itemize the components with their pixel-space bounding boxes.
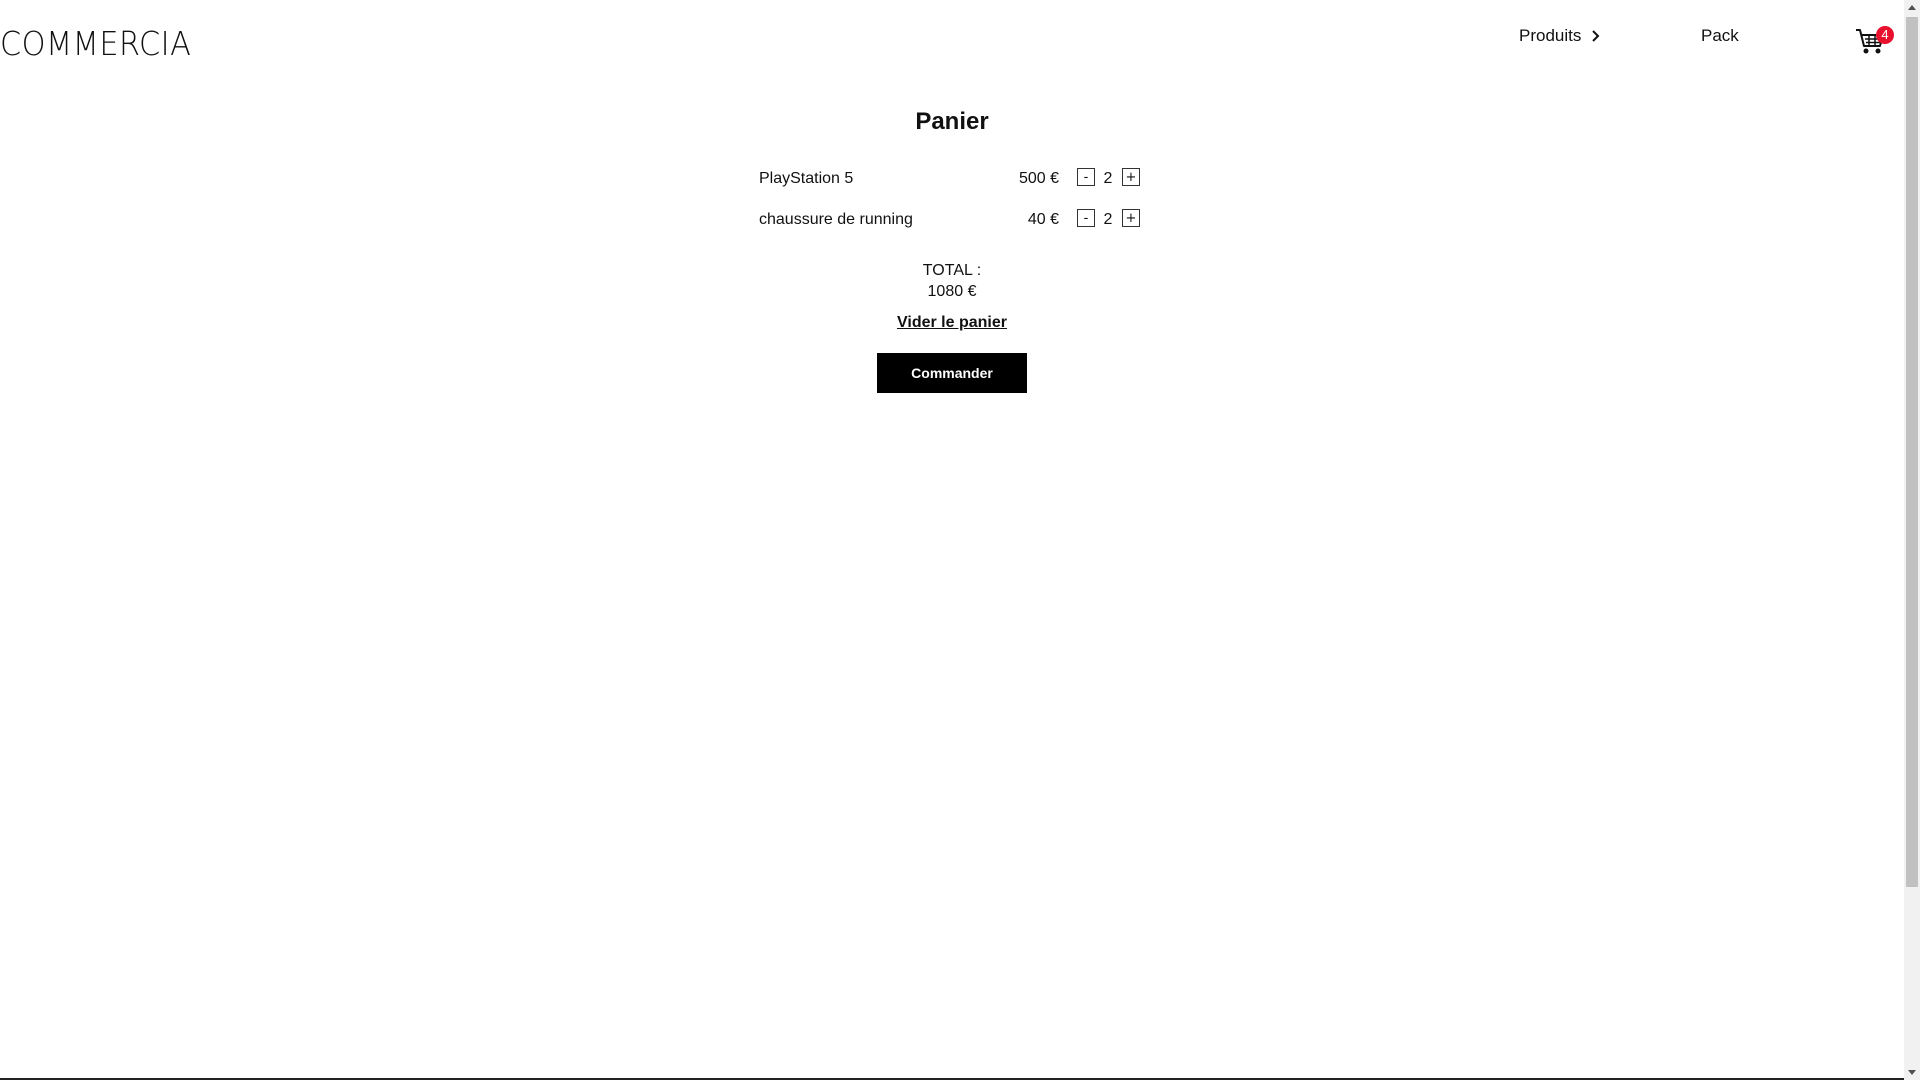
nav-pack[interactable]: Pack bbox=[1701, 26, 1739, 46]
total-label: TOTAL : bbox=[922, 262, 982, 279]
cart-item-quantity: 2 bbox=[1103, 170, 1113, 187]
empty-cart-link[interactable]: Vider le panier bbox=[897, 314, 1007, 331]
cart-item: PlayStation 5 500 € - 2 + bbox=[759, 168, 1145, 192]
cart-count-badge: 4 bbox=[1876, 26, 1894, 44]
total-value: 1080 € bbox=[927, 283, 977, 300]
scrollbar-thumb[interactable] bbox=[1906, 17, 1918, 887]
decrease-quantity-button[interactable]: - bbox=[1077, 209, 1095, 227]
vertical-scrollbar[interactable] bbox=[1904, 0, 1920, 1080]
logo[interactable]: COMMERCIA bbox=[0, 24, 191, 63]
cart-item-quantity: 2 bbox=[1103, 211, 1113, 228]
empty-cart-row: Vider le panier bbox=[0, 314, 1904, 332]
cart-item: chaussure de running 40 € - 2 + bbox=[759, 209, 1145, 233]
increase-quantity-button[interactable]: + bbox=[1122, 209, 1140, 227]
page: COMMERCIA Produits Pack 4 Panier PlaySta… bbox=[0, 0, 1904, 1080]
cart-item-name: chaussure de running bbox=[759, 211, 913, 228]
order-button[interactable]: Commander bbox=[877, 353, 1027, 393]
scroll-down-arrow-icon[interactable] bbox=[1904, 1064, 1920, 1080]
scroll-up-arrow-icon[interactable] bbox=[1904, 0, 1920, 16]
nav-produits-label: Produits bbox=[1519, 26, 1582, 45]
decrease-quantity-button[interactable]: - bbox=[1077, 168, 1095, 186]
cart-item-price: 40 € bbox=[1027, 211, 1059, 228]
increase-quantity-button[interactable]: + bbox=[1122, 168, 1140, 186]
nav-produits[interactable]: Produits bbox=[1519, 26, 1603, 46]
cart-item-name: PlayStation 5 bbox=[759, 170, 854, 187]
page-title: Panier bbox=[915, 108, 989, 135]
chevron-right-icon bbox=[1592, 30, 1600, 42]
cart-item-price: 500 € bbox=[1018, 170, 1059, 187]
cart-button[interactable]: 4 bbox=[1855, 24, 1895, 58]
